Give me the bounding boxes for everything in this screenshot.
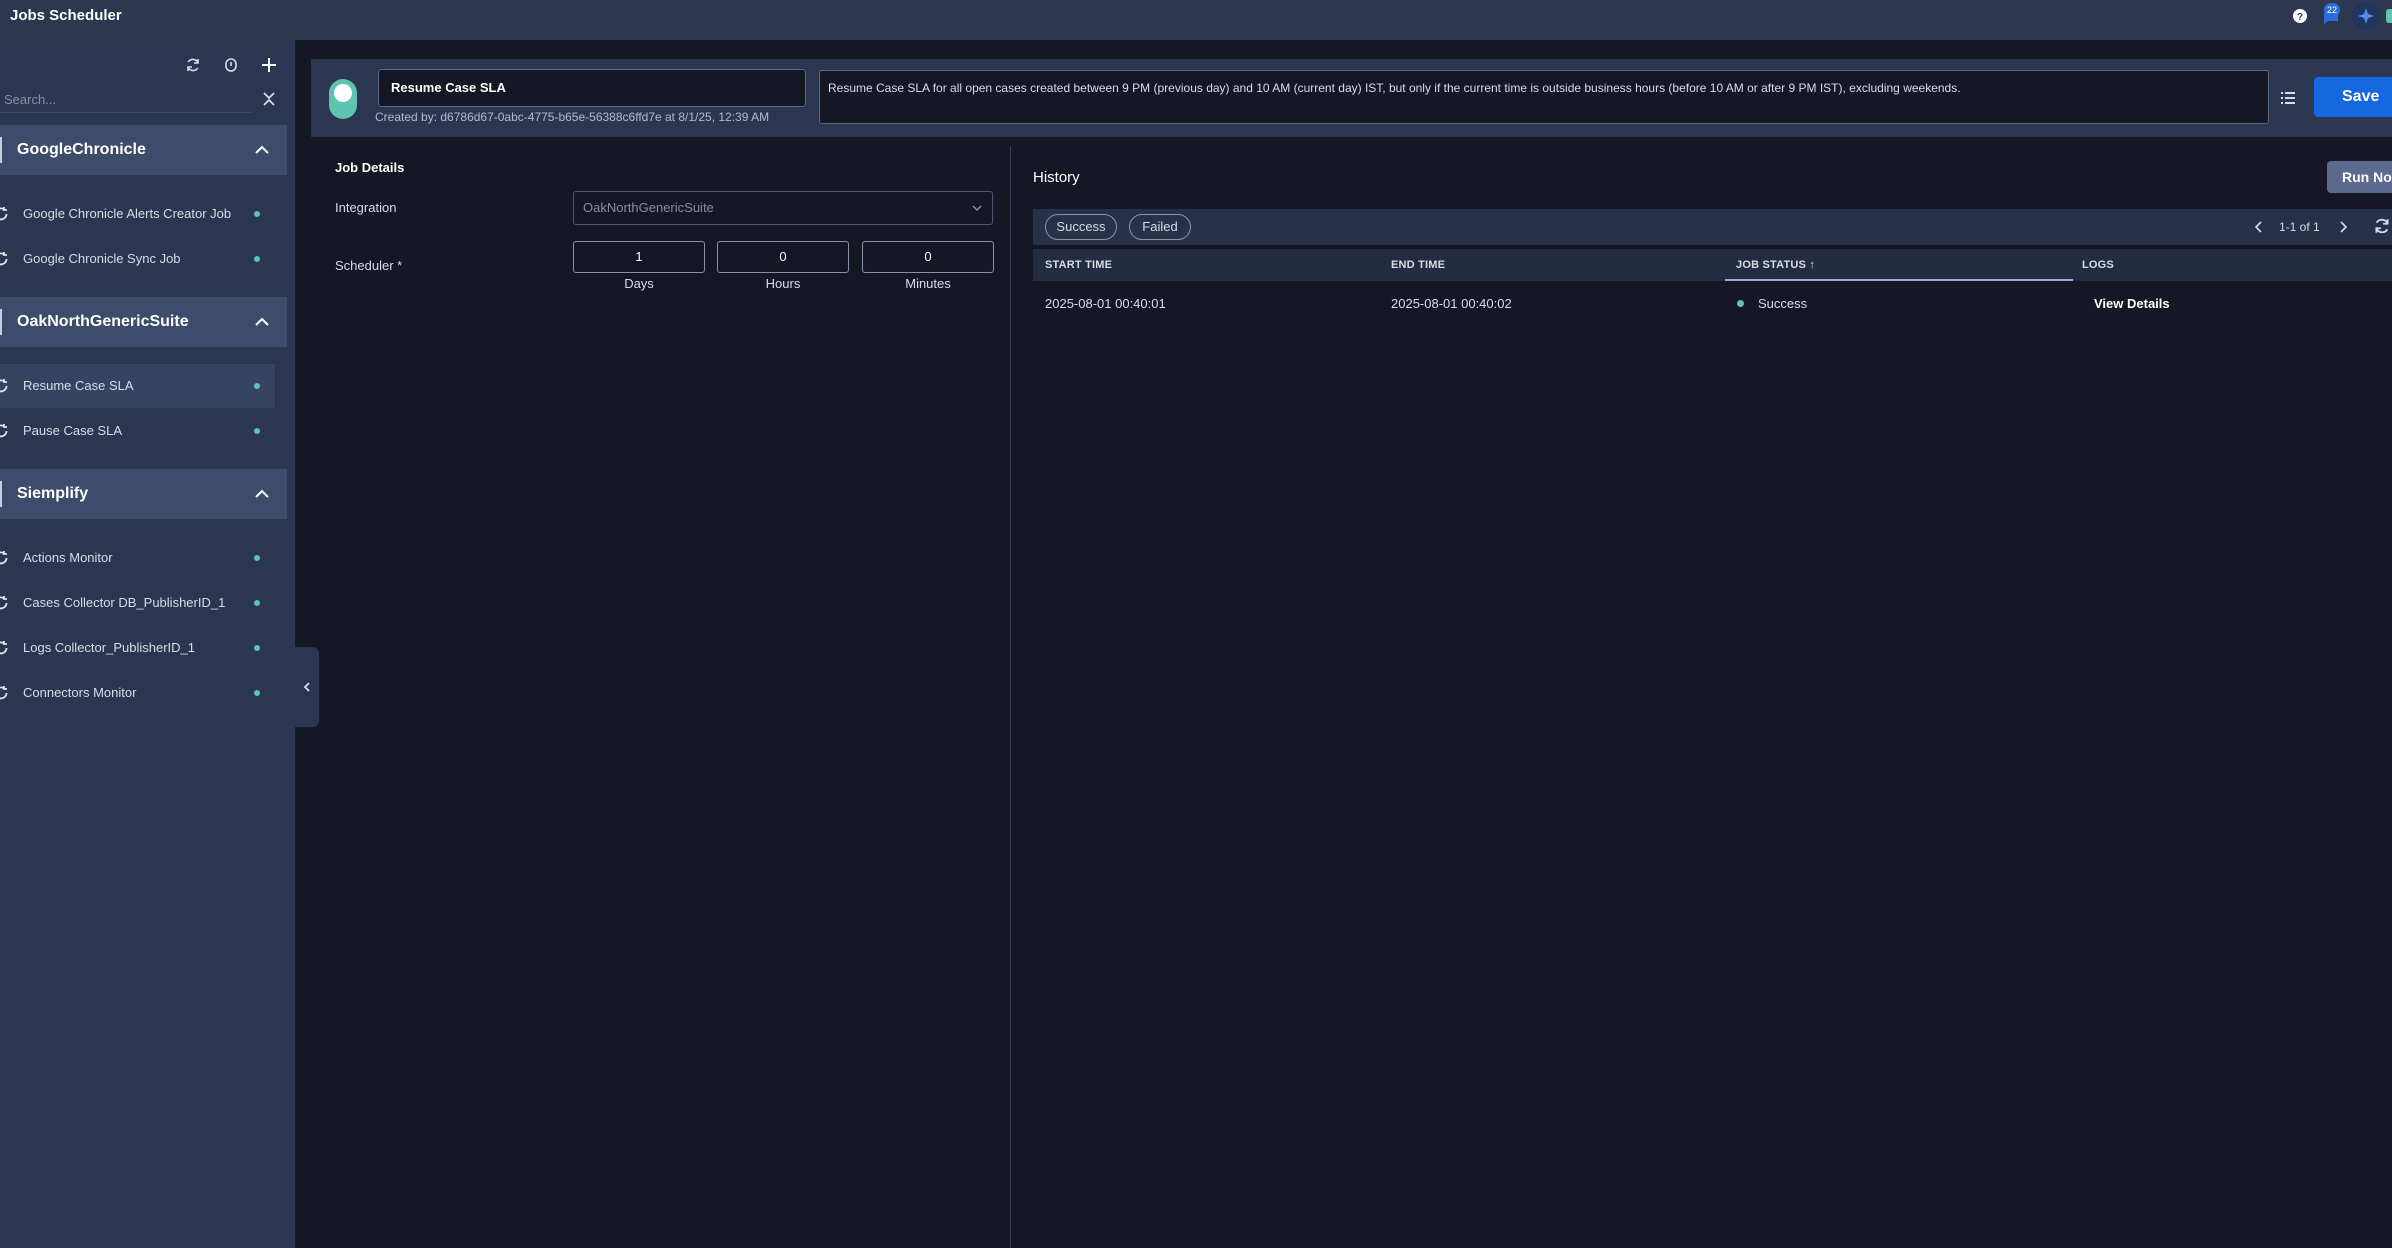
view-details-link[interactable]: View Details: [2094, 296, 2170, 311]
job-icon: [0, 640, 9, 656]
search-input[interactable]: Search...: [0, 87, 252, 113]
job-status-dot: [254, 428, 260, 434]
job-icon: [0, 685, 9, 701]
job-icon: [0, 595, 9, 611]
row-start-time: 2025-08-01 00:40:01: [1045, 296, 1166, 311]
job-icon: [0, 206, 9, 222]
app-title: Jobs Scheduler: [10, 7, 122, 24]
row-status: Success: [1758, 296, 1808, 311]
ai-assistant-icon[interactable]: [2352, 1, 2380, 30]
save-button[interactable]: Save: [2314, 77, 2392, 117]
history-toolbar: Success Failed 1-1 of 1: [1033, 209, 2392, 245]
chevron-left-icon: [303, 682, 310, 692]
job-item[interactable]: Logs Collector_PublisherID_1: [0, 626, 275, 670]
add-job-icon[interactable]: [258, 54, 280, 76]
job-icon: [0, 550, 9, 566]
status-indicator: [2386, 8, 2392, 23]
chevron-right-icon[interactable]: [2335, 219, 2351, 235]
chevron-left-icon[interactable]: [2251, 219, 2267, 235]
status-success-dot: [1737, 300, 1744, 307]
job-item[interactable]: Google Chronicle Sync Job: [0, 237, 275, 281]
integration-select[interactable]: OakNorthGenericSuite: [573, 191, 993, 225]
job-header: Resume Case SLA Created by: d6786d67-0ab…: [311, 59, 2392, 137]
notifications-icon[interactable]: 22: [2320, 2, 2342, 27]
days-caption: Days: [624, 276, 654, 291]
job-item[interactable]: Google Chronicle Alerts Creator Job: [0, 192, 275, 236]
pagination-text: 1-1 of 1: [2279, 220, 2320, 234]
job-status-dot: [254, 645, 260, 651]
job-label: Logs Collector_PublisherID_1: [23, 640, 195, 655]
job-status-dot: [254, 690, 260, 696]
group-header-oaknorthgenericsuite[interactable]: OakNorthGenericSuite: [0, 297, 287, 347]
parameters-list-icon[interactable]: [2278, 88, 2298, 108]
panel-divider: [1010, 146, 1011, 1248]
scheduler-label: Scheduler *: [335, 258, 403, 273]
job-label: Connectors Monitor: [23, 685, 137, 700]
ide-icon[interactable]: [220, 54, 242, 76]
job-status-dot: [254, 211, 260, 217]
job-name-input[interactable]: Resume Case SLA: [378, 69, 806, 107]
job-details-title: Job Details: [335, 160, 405, 175]
collapse-all-icon[interactable]: [260, 90, 278, 108]
refresh-icon[interactable]: [182, 54, 204, 76]
sidebar: Search... GoogleChronicle Google Chronic…: [0, 40, 295, 1248]
chevron-up-icon[interactable]: [252, 484, 272, 504]
days-input[interactable]: 1: [573, 241, 705, 273]
job-icon: [0, 423, 9, 439]
job-status-dot: [254, 256, 260, 262]
notification-badge: 22: [2324, 2, 2340, 17]
minutes-input[interactable]: 0: [862, 241, 994, 273]
sort-indicator-underline: [1725, 279, 2073, 281]
job-label: Cases Collector DB_PublisherID_1: [23, 595, 226, 610]
group-name: GoogleChronicle: [17, 141, 146, 158]
row-end-time: 2025-08-01 00:40:02: [1391, 296, 1512, 311]
job-icon: [0, 251, 9, 267]
group-header-siemplify[interactable]: Siemplify: [0, 469, 287, 519]
chevron-down-icon: [970, 201, 984, 215]
history-table-header: START TIME END TIME JOB STATUS ↑ LOGS: [1033, 249, 2392, 281]
job-label: Resume Case SLA: [23, 378, 134, 393]
help-icon[interactable]: ?: [2292, 8, 2308, 24]
filter-success-chip[interactable]: Success: [1045, 214, 1117, 240]
refresh-icon[interactable]: [2373, 217, 2392, 237]
integration-value: OakNorthGenericSuite: [583, 200, 714, 215]
job-item[interactable]: Pause Case SLA: [0, 409, 275, 453]
group-name: Siemplify: [17, 485, 89, 502]
hours-caption: Hours: [765, 276, 801, 291]
job-label: Google Chronicle Alerts Creator Job: [23, 206, 232, 221]
job-status-dot: [254, 600, 260, 606]
sort-ascending-icon: ↑: [1809, 259, 1816, 271]
integration-label: Integration: [335, 200, 397, 215]
group-header-googlechronicle[interactable]: GoogleChronicle: [0, 125, 287, 175]
run-now-button[interactable]: Run Now: [2327, 161, 2392, 193]
chevron-up-icon[interactable]: [252, 140, 272, 160]
column-start-time[interactable]: START TIME: [1045, 249, 1112, 281]
created-by-text: Created by: d6786d67-0abc-4775-b65e-5638…: [375, 110, 770, 124]
column-job-status[interactable]: JOB STATUS ↑: [1736, 249, 1815, 281]
column-logs[interactable]: LOGS: [2082, 249, 2114, 281]
job-status-dot: [254, 383, 260, 389]
job-enabled-toggle[interactable]: [329, 79, 357, 119]
history-title: History: [1033, 169, 1080, 186]
job-icon: [0, 378, 9, 394]
job-item[interactable]: Actions Monitor: [0, 536, 275, 580]
top-bar: Jobs Scheduler ? 22: [0, 0, 2392, 40]
job-status-dot: [254, 555, 260, 561]
group-name: OakNorthGenericSuite: [17, 313, 189, 330]
chevron-up-icon[interactable]: [252, 312, 272, 332]
job-label: Google Chronicle Sync Job: [23, 251, 181, 266]
svg-text:?: ?: [2297, 12, 2303, 23]
minutes-caption: Minutes: [905, 276, 951, 291]
job-description-input[interactable]: Resume Case SLA for all open cases creat…: [819, 70, 2269, 124]
job-item[interactable]: Connectors Monitor: [0, 671, 275, 715]
filter-failed-chip[interactable]: Failed: [1129, 214, 1191, 240]
job-item[interactable]: Cases Collector DB_PublisherID_1: [0, 581, 275, 625]
hours-input[interactable]: 0: [717, 241, 849, 273]
job-label: Pause Case SLA: [23, 423, 123, 438]
job-item-active[interactable]: Resume Case SLA: [0, 364, 275, 408]
column-end-time[interactable]: END TIME: [1391, 249, 1445, 281]
job-label: Actions Monitor: [23, 550, 113, 565]
collapse-sidebar-button[interactable]: [295, 647, 319, 727]
